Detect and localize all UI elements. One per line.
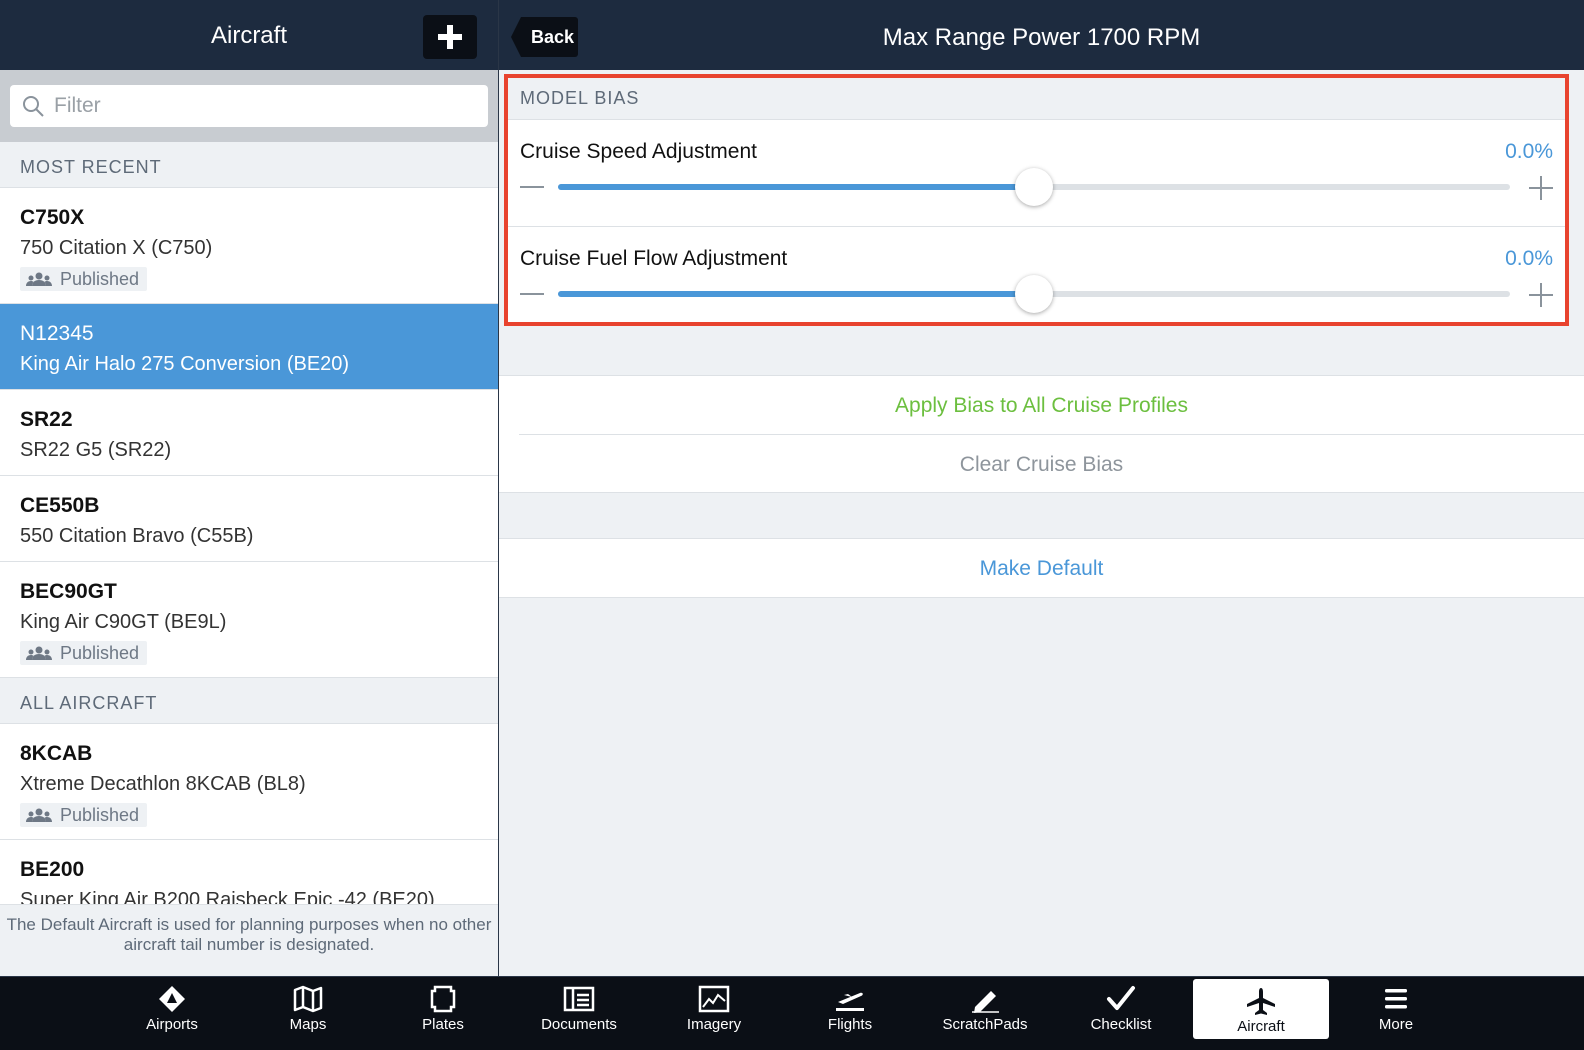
tab-plates[interactable]: Plates xyxy=(375,977,511,1039)
minus-icon[interactable] xyxy=(520,186,544,188)
tab-airports[interactable]: Airports xyxy=(104,977,240,1039)
cruise-speed-adjustment-row: Cruise Speed Adjustment 0.0% xyxy=(508,120,1565,226)
airport-icon xyxy=(159,986,185,1012)
pencil-icon xyxy=(972,991,999,1013)
left-header: Aircraft xyxy=(0,0,498,70)
aircraft-tail: BEC90GT xyxy=(20,580,117,603)
checkmark-icon xyxy=(1107,986,1135,1010)
model-bias-section: MODEL BIAS Cruise Speed Adjustment 0.0% … xyxy=(504,74,1569,326)
aircraft-item-sr22[interactable]: SR22 SR22 G5 (SR22) xyxy=(0,390,498,476)
tab-aircraft[interactable]: Aircraft xyxy=(1193,979,1329,1039)
aircraft-item-bec90gt[interactable]: BEC90GT King Air C90GT (BE9L) Published xyxy=(0,562,498,678)
model-bias-header: MODEL BIAS xyxy=(508,78,1565,120)
aircraft-item-c750x[interactable]: C750X 750 Citation X (C750) Published xyxy=(0,188,498,304)
flights-icon xyxy=(836,992,864,1011)
filter-input[interactable] xyxy=(54,91,454,121)
tab-flights[interactable]: Flights xyxy=(782,977,918,1039)
aircraft-item-n12345[interactable]: N12345 King Air Halo 275 Conversion (BE2… xyxy=(0,304,498,390)
aircraft-tail: N12345 xyxy=(20,322,94,345)
slider-value: 0.0% xyxy=(1505,247,1553,270)
airplane-icon xyxy=(1247,988,1275,1015)
tab-label: Checklist xyxy=(1090,1016,1152,1033)
aircraft-model: 550 Citation Bravo (C55B) xyxy=(20,525,254,547)
aircraft-model: SR22 G5 (SR22) xyxy=(20,439,172,461)
published-badge: Published xyxy=(20,267,148,291)
group-icon xyxy=(26,646,52,660)
tab-scratchpads[interactable]: ScratchPads xyxy=(917,977,1053,1039)
aircraft-item-ce550b[interactable]: CE550B 550 Citation Bravo (C55B) xyxy=(0,476,498,562)
tab-more[interactable]: More xyxy=(1328,977,1464,1039)
published-badge: Published xyxy=(20,803,148,827)
cruise-fuel-flow-slider[interactable] xyxy=(558,275,1510,313)
aircraft-model: King Air C90GT (BE9L) xyxy=(20,611,227,633)
aircraft-model: Xtreme Decathlon 8KCAB (BL8) xyxy=(20,773,306,795)
tab-label: More xyxy=(1378,1016,1414,1033)
search-icon xyxy=(23,96,44,117)
tab-checklist[interactable]: Checklist xyxy=(1053,977,1189,1039)
plus-icon[interactable] xyxy=(1529,176,1553,200)
tab-imagery[interactable]: Imagery xyxy=(646,977,782,1039)
aircraft-model: 750 Citation X (C750) xyxy=(20,237,213,259)
aircraft-item-8kcab[interactable]: 8KCAB Xtreme Decathlon 8KCAB (BL8) Publi… xyxy=(0,724,498,840)
aircraft-tail: C750X xyxy=(20,206,85,229)
apply-bias-button[interactable]: Apply Bias to All Cruise Profiles xyxy=(499,376,1584,434)
slider-label: Cruise Fuel Flow Adjustment xyxy=(520,247,788,270)
tab-bar: Airports Maps Plates Documents Imagery F… xyxy=(0,976,1584,1050)
group-icon xyxy=(26,808,52,822)
tab-label: Aircraft xyxy=(1237,1018,1285,1035)
tab-label: ScratchPads xyxy=(942,1016,1028,1033)
cruise-fuel-flow-adjustment-row: Cruise Fuel Flow Adjustment 0.0% xyxy=(508,226,1565,332)
slider-fill xyxy=(558,291,1034,297)
badge-label: Published xyxy=(60,268,140,289)
map-icon xyxy=(293,985,323,1013)
bias-actions: Apply Bias to All Cruise Profiles Clear … xyxy=(499,375,1584,493)
slider-value: 0.0% xyxy=(1505,140,1553,163)
default-aircraft-note: The Default Aircraft is used for plannin… xyxy=(0,904,498,976)
profile-detail-panel: Back Max Range Power 1700 RPM MODEL BIAS… xyxy=(499,0,1584,976)
aircraft-tail: BE200 xyxy=(20,858,85,881)
tab-maps[interactable]: Maps xyxy=(240,977,376,1039)
plus-icon[interactable] xyxy=(1529,283,1553,307)
aircraft-list-panel: Aircraft MOST RECENT C750X 750 Citation … xyxy=(0,0,498,976)
slider-fill xyxy=(558,184,1034,190)
aircraft-tail: 8KCAB xyxy=(20,742,93,765)
filter-field[interactable] xyxy=(10,85,488,127)
published-badge: Published xyxy=(20,641,148,665)
tab-label: Documents xyxy=(541,1016,617,1033)
tab-documents[interactable]: Documents xyxy=(511,977,647,1039)
right-header: Back Max Range Power 1700 RPM xyxy=(499,0,1584,70)
tab-label: Imagery xyxy=(686,1016,742,1033)
badge-label: Published xyxy=(60,804,140,825)
section-header-all-aircraft: ALL AIRCRAFT xyxy=(0,678,498,724)
slider-label: Cruise Speed Adjustment xyxy=(520,140,757,163)
documents-icon xyxy=(563,986,595,1012)
aircraft-tail: CE550B xyxy=(20,494,100,517)
slider-thumb[interactable] xyxy=(1015,168,1053,206)
tab-label: Airports xyxy=(146,1016,198,1033)
clear-bias-button[interactable]: Clear Cruise Bias xyxy=(519,434,1584,492)
add-aircraft-button[interactable] xyxy=(423,15,477,59)
tab-label: Flights xyxy=(827,1016,873,1033)
aircraft-tail: SR22 xyxy=(20,408,73,431)
tab-label: Maps xyxy=(289,1016,327,1033)
plates-icon xyxy=(430,985,456,1013)
minus-icon[interactable] xyxy=(520,293,544,295)
cruise-speed-slider[interactable] xyxy=(558,168,1510,206)
badge-label: Published xyxy=(60,642,140,663)
menu-icon xyxy=(1385,989,1407,1009)
group-icon xyxy=(26,272,52,286)
make-default-button[interactable]: Make Default xyxy=(499,538,1584,598)
tab-label: Plates xyxy=(422,1016,464,1033)
section-header-most-recent: MOST RECENT xyxy=(0,142,498,188)
slider-thumb[interactable] xyxy=(1015,275,1053,313)
filter-bar xyxy=(0,70,498,142)
aircraft-model: King Air Halo 275 Conversion (BE20) xyxy=(20,353,350,375)
plus-icon xyxy=(438,25,462,49)
profile-title: Max Range Power 1700 RPM xyxy=(882,24,1201,51)
imagery-icon xyxy=(698,985,730,1013)
